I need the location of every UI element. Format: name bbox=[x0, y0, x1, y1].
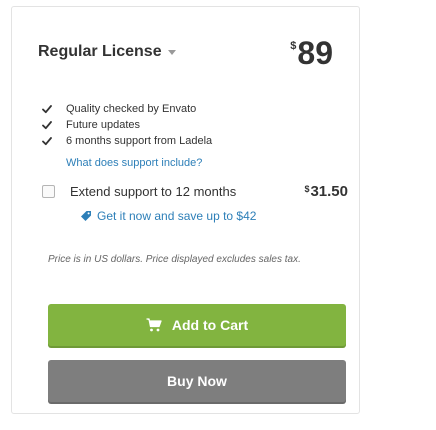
extend-price-currency: $ bbox=[304, 184, 310, 194]
buy-now-button[interactable]: Buy Now bbox=[48, 360, 346, 402]
add-to-cart-label: Add to Cart bbox=[171, 317, 249, 333]
tag-icon bbox=[81, 211, 91, 221]
check-icon bbox=[42, 137, 52, 146]
add-to-cart-button[interactable]: Add to Cart bbox=[48, 304, 346, 346]
price-currency: $ bbox=[290, 40, 297, 52]
extend-support-checkbox[interactable] bbox=[42, 185, 55, 198]
extend-support-row: Extend support to 12 months $ 31.50 bbox=[42, 183, 348, 200]
cart-icon bbox=[146, 318, 162, 332]
list-item: Future updates bbox=[42, 117, 212, 133]
purchase-card: Regular License $ 89 Quality checked by … bbox=[11, 6, 360, 414]
extend-price-amount: 31.50 bbox=[310, 183, 348, 200]
extend-support-label[interactable]: Extend support to 12 months bbox=[70, 184, 236, 199]
check-icon bbox=[42, 121, 52, 130]
check-icon bbox=[42, 105, 52, 114]
chevron-down-icon bbox=[167, 49, 176, 55]
price-disclaimer: Price is in US dollars. Price displayed … bbox=[48, 254, 301, 265]
feature-list: Quality checked by Envato Future updates… bbox=[42, 101, 212, 149]
price-amount: 89 bbox=[297, 35, 333, 71]
license-selector[interactable]: Regular License bbox=[38, 43, 176, 61]
license-title: Regular License bbox=[38, 43, 162, 60]
extend-support-price: $ 31.50 bbox=[304, 183, 348, 200]
feature-text: Future updates bbox=[66, 119, 140, 131]
list-item: 6 months support from Ladela bbox=[42, 133, 212, 149]
save-offer-link[interactable]: Get it now and save up to $42 bbox=[80, 209, 256, 223]
support-info-link[interactable]: What does support include? bbox=[66, 157, 202, 169]
save-offer-text: Get it now and save up to $42 bbox=[97, 209, 257, 223]
license-price: $ 89 bbox=[290, 37, 333, 69]
feature-text: Quality checked by Envato bbox=[66, 103, 197, 115]
buy-now-label: Buy Now bbox=[167, 373, 227, 389]
list-item: Quality checked by Envato bbox=[42, 101, 212, 117]
feature-text: 6 months support from Ladela bbox=[66, 135, 213, 147]
